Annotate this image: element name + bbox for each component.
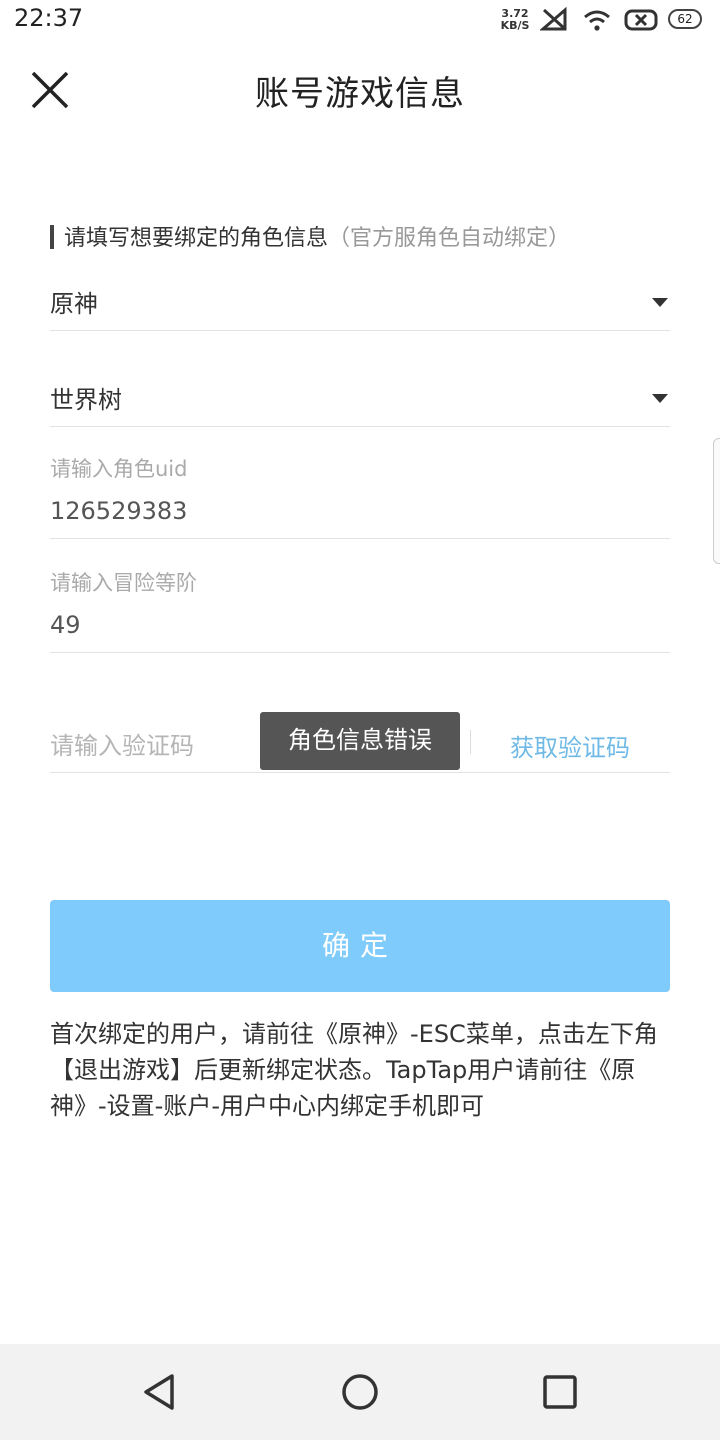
server-select-value: 世界树 <box>50 386 122 414</box>
home-circle-icon[interactable] <box>338 1370 382 1414</box>
level-input[interactable]: 49 <box>50 611 81 639</box>
section-label: 请填写想要绑定的角色信息（官方服角色自动绑定） <box>64 220 570 252</box>
uid-field-underline <box>50 538 670 539</box>
section-marker <box>50 225 54 249</box>
edge-scroll-handle[interactable] <box>713 438 720 564</box>
status-time: 22:37 <box>14 4 84 32</box>
mute-icon <box>624 9 658 31</box>
uid-input[interactable]: 126529383 <box>50 497 187 525</box>
get-code-button[interactable]: 获取验证码 <box>510 728 630 763</box>
caret-down-icon <box>652 298 668 307</box>
caret-down-icon <box>652 394 668 403</box>
verification-code-input[interactable]: 请输入验证码 <box>50 726 194 761</box>
recents-square-icon[interactable] <box>538 1370 582 1414</box>
page-title: 账号游戏信息 <box>255 74 465 114</box>
back-triangle-icon[interactable] <box>138 1370 182 1414</box>
binding-notice: 首次绑定的用户，请前往《原神》-ESC菜单，点击左下角【退出游戏】后更新绑定状态… <box>50 1020 658 1120</box>
uid-field-label: 请输入角色uid <box>50 457 188 481</box>
game-select[interactable]: 原神 <box>50 270 670 331</box>
network-speed-unit: KB/S <box>500 19 530 32</box>
server-select[interactable]: 世界树 <box>50 366 670 427</box>
wifi-icon <box>584 10 610 31</box>
battery-indicator: 62 <box>668 9 702 29</box>
network-speed: 3.72 KB/S <box>500 8 530 32</box>
code-divider <box>470 730 471 754</box>
no-sim-icon <box>540 6 567 31</box>
game-select-value: 原神 <box>50 290 98 318</box>
confirm-button[interactable]: 确定 <box>50 900 670 992</box>
level-field-underline <box>50 652 670 653</box>
section-note: （官方服角色自动绑定） <box>328 226 571 251</box>
error-toast: 角色信息错误 <box>260 712 460 770</box>
code-field-underline <box>50 772 670 773</box>
level-field-label: 请输入冒险等阶 <box>50 571 197 595</box>
section-label-text: 请填写想要绑定的角色信息 <box>64 226 329 251</box>
